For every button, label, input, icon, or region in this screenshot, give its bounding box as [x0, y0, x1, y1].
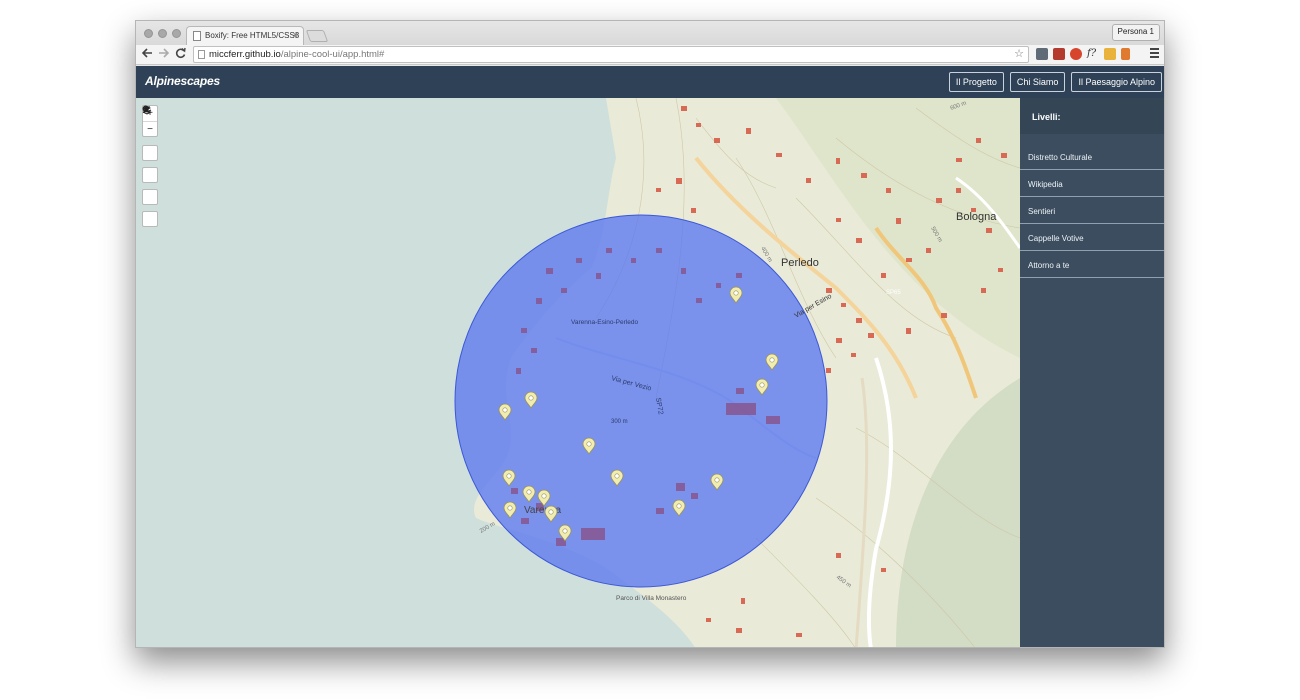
- map-view[interactable]: Perledo Bologna Varenna Via per Vezio SP…: [136, 98, 1020, 648]
- app-navbar: Alpinescapes Il Progetto Chi Siamo Il Pa…: [136, 66, 1164, 98]
- nav-il-progetto-button[interactable]: Il Progetto: [948, 72, 1004, 92]
- layer-distretto-culturale[interactable]: Distretto Culturale: [1020, 143, 1164, 170]
- layer-cappelle-votive[interactable]: Cappelle Votive: [1020, 224, 1164, 251]
- reload-icon[interactable]: [175, 47, 186, 62]
- tab-title: Boxify: Free HTML5/CSS3: [205, 31, 300, 40]
- back-arrow-icon[interactable]: [141, 47, 153, 62]
- hamburger-menu-icon[interactable]: [1150, 48, 1159, 58]
- extension-function-icon[interactable]: f?: [1087, 48, 1099, 60]
- page-icon: [198, 50, 205, 59]
- url-host: miccferr.github.io: [209, 49, 281, 60]
- layers-button[interactable]: [142, 106, 158, 227]
- layer-attorno-a-te[interactable]: Attorno a te: [1020, 251, 1164, 278]
- label-elevation: 200 m: [479, 521, 496, 535]
- extension-tool-icon[interactable]: [1036, 48, 1048, 60]
- draw-pencil-button[interactable]: [142, 106, 158, 161]
- extension-palette-icon[interactable]: [1104, 48, 1116, 60]
- locate-button[interactable]: [142, 106, 158, 205]
- label-elevation: 300 m: [611, 419, 628, 425]
- browser-toolbar: miccferr.github.io/alpine-cool-ui/app.ht…: [136, 45, 1164, 65]
- nav-buttons: Il Progetto Chi Siamo Il Paesaggio Alpin…: [948, 72, 1162, 92]
- label-bologna: Bologna: [956, 211, 997, 223]
- sidebar-title: Livelli:: [1020, 98, 1164, 134]
- zoom-window-icon[interactable]: [172, 29, 181, 38]
- browser-tab[interactable]: Boxify: Free HTML5/CSS3 ×: [186, 26, 304, 45]
- extension-image-icon[interactable]: [1053, 48, 1065, 60]
- extension-hammer-icon[interactable]: [1121, 48, 1130, 60]
- nav-paesaggio-alpino-button[interactable]: Il Paesaggio Alpino: [1071, 72, 1162, 92]
- zoom-out-button[interactable]: −: [143, 121, 157, 136]
- layer-sentieri[interactable]: Sentieri: [1020, 197, 1164, 224]
- app: Alpinescapes Il Progetto Chi Siamo Il Pa…: [136, 66, 1164, 648]
- search-button[interactable]: [142, 105, 158, 183]
- layer-list: Distretto Culturale Wikipedia Sentieri C…: [1020, 134, 1164, 278]
- forward-arrow-icon[interactable]: [158, 47, 170, 62]
- layers-icon: [142, 106, 152, 115]
- label-perledo: Perledo: [781, 257, 819, 269]
- label-sp65: SP65: [886, 290, 901, 296]
- tab-close-icon[interactable]: ×: [293, 30, 298, 40]
- close-window-icon[interactable]: [144, 29, 153, 38]
- brand-logo[interactable]: Alpinescapes: [145, 74, 220, 88]
- map-canvas[interactable]: Perledo Bologna Varenna Via per Vezio SP…: [136, 98, 1020, 648]
- nav-chi-siamo-button[interactable]: Chi Siamo: [1009, 72, 1066, 92]
- extension-record-icon[interactable]: [1070, 48, 1082, 60]
- profile-button[interactable]: Persona 1: [1111, 24, 1160, 41]
- label-park: Parco di Villa Monastero: [616, 595, 687, 602]
- browser-window: Boxify: Free HTML5/CSS3 × Persona 1 micc…: [135, 20, 1165, 648]
- map-controls: + −: [142, 105, 158, 227]
- tab-strip: Boxify: Free HTML5/CSS3 × Persona 1: [136, 21, 1164, 45]
- layers-sidebar: Livelli: Distretto Culturale Wikipedia S…: [1020, 98, 1164, 647]
- address-bar[interactable]: miccferr.github.io/alpine-cool-ui/app.ht…: [193, 46, 1029, 63]
- new-tab-button[interactable]: [305, 30, 329, 42]
- search-radius-circle[interactable]: [454, 214, 828, 588]
- layer-wikipedia[interactable]: Wikipedia: [1020, 170, 1164, 197]
- minimize-window-icon[interactable]: [158, 29, 167, 38]
- page-icon: [193, 31, 201, 41]
- bookmark-star-icon[interactable]: ☆: [1014, 47, 1024, 60]
- label-station: Varenna-Esino-Perledo: [571, 319, 638, 326]
- url-path: /alpine-cool-ui/app.html#: [280, 49, 385, 60]
